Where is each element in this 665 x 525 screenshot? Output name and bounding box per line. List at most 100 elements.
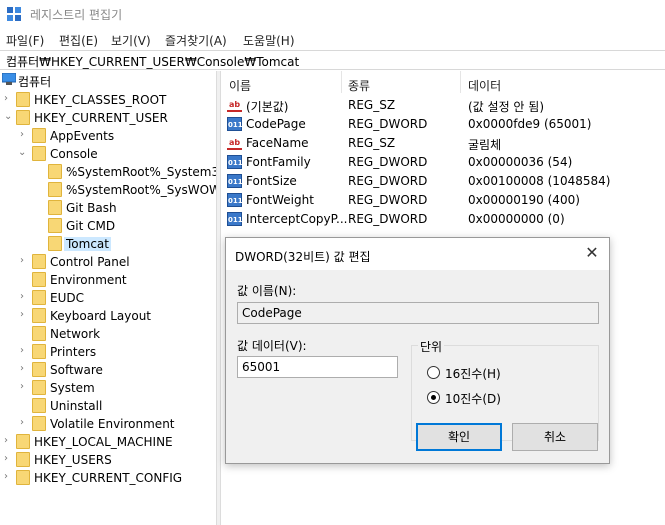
ok-button[interactable]: 확인 <box>416 423 502 451</box>
value-row[interactable]: 011 FontWeight REG_DWORD 0x00000190 (400… <box>221 191 665 210</box>
menu-help[interactable]: 도움말(H) <box>243 32 295 49</box>
value-name: InterceptCopyP... <box>246 212 348 226</box>
value-row[interactable]: 011 CodePage REG_DWORD 0x0000fde9 (65001… <box>221 115 665 134</box>
dialog-title: DWORD(32비트) 값 편집 <box>235 250 371 264</box>
chevron-right-icon[interactable]: › <box>4 471 14 483</box>
chevron-right-icon[interactable]: › <box>20 291 30 303</box>
column-header-data[interactable]: 데이터 <box>468 77 501 94</box>
dialog-body: 값 이름(N): CodePage 값 데이터(V): 65001 단위 16진… <box>226 270 609 463</box>
tree-label: Git CMD <box>66 219 116 233</box>
tree-label: Control Panel <box>50 255 130 269</box>
registry-editor-icon <box>7 7 21 21</box>
value-row[interactable]: 011 InterceptCopyP... REG_DWORD 0x000000… <box>221 210 665 229</box>
key-tree: ⌄ 컴퓨터 › HKEY_CLASSES_ROOT ⌄ HKEY_CURRENT… <box>0 71 216 525</box>
value-row[interactable]: 011 FontSize REG_DWORD 0x00100008 (10485… <box>221 172 665 191</box>
value-name: CodePage <box>246 117 306 131</box>
tree-label: %SystemRoot%_System32_ <box>66 165 216 179</box>
chevron-right-icon[interactable]: › <box>20 129 30 141</box>
folder-open-icon <box>32 146 46 161</box>
menu-file[interactable]: 파일(F) <box>6 32 44 49</box>
folder-icon <box>32 344 46 359</box>
column-divider[interactable] <box>341 71 342 93</box>
value-type: REG_SZ <box>348 98 396 112</box>
chevron-right-icon[interactable]: › <box>4 453 14 465</box>
menu-view[interactable]: 보기(V) <box>111 32 151 49</box>
tree-label: Console <box>50 147 98 161</box>
tree-label: HKEY_LOCAL_MACHINE <box>34 435 173 449</box>
value-data-input[interactable]: 65001 <box>237 356 398 378</box>
chevron-right-icon[interactable]: › <box>20 345 30 357</box>
folder-icon <box>16 92 30 107</box>
chevron-right-icon[interactable]: › <box>20 363 30 375</box>
value-row[interactable]: ab FaceName REG_SZ 굴림체 <box>221 134 665 153</box>
chevron-right-icon[interactable]: › <box>20 255 30 267</box>
chevron-down-icon[interactable]: ⌄ <box>4 111 14 123</box>
tree-label: System <box>50 381 95 395</box>
folder-icon <box>16 434 30 449</box>
value-type: REG_DWORD <box>348 117 428 131</box>
value-data: (값 설정 안 됨) <box>468 100 545 114</box>
chevron-right-icon[interactable]: › <box>4 435 14 447</box>
tree-label: Tomcat <box>64 237 111 251</box>
chevron-right-icon[interactable]: › <box>20 417 30 429</box>
decimal-radio-label[interactable]: 10진수(D) <box>445 390 501 407</box>
folder-icon <box>32 254 46 269</box>
chevron-down-icon[interactable]: ⌄ <box>18 147 28 159</box>
column-header-type[interactable]: 종류 <box>348 77 370 94</box>
folder-icon <box>32 128 46 143</box>
value-type: REG_DWORD <box>348 174 428 188</box>
value-data-label: 값 데이터(V): <box>237 339 307 353</box>
value-data: 0x0000fde9 (65001) <box>468 117 592 131</box>
tree-label: %SystemRoot%_SysWOW64 <box>66 183 216 197</box>
close-icon[interactable]: ✕ <box>583 244 601 262</box>
binary-value-icon: 011 <box>227 155 243 169</box>
value-type: REG_DWORD <box>348 193 428 207</box>
chevron-right-icon[interactable]: › <box>4 93 14 105</box>
address-bar[interactable]: 컴퓨터₩HKEY_CURRENT_USER₩Console₩Tomcat <box>0 50 665 70</box>
folder-icon <box>32 416 46 431</box>
value-row[interactable]: 011 FontFamily REG_DWORD 0x00000036 (54) <box>221 153 665 172</box>
tree-label: Network <box>50 327 101 341</box>
folder-icon <box>32 326 46 341</box>
column-divider[interactable] <box>460 71 461 93</box>
cancel-button[interactable]: 취소 <box>512 423 598 451</box>
tree-label: Keyboard Layout <box>50 309 152 323</box>
value-data: 0x00000190 (400) <box>468 193 580 207</box>
value-data: 0x00100008 (1048584) <box>468 174 611 188</box>
value-name-label: 값 이름(N): <box>237 284 297 298</box>
tree-label: HKEY_USERS <box>34 453 112 467</box>
binary-value-icon: 011 <box>227 193 243 207</box>
binary-value-icon: 011 <box>227 212 243 226</box>
menu-edit[interactable]: 편집(E) <box>59 32 98 49</box>
tree-label: Volatile Environment <box>50 417 175 431</box>
value-data: 0x00000036 (54) <box>468 155 573 169</box>
tree-label: 컴퓨터 <box>18 75 52 89</box>
base-label: 단위 <box>418 338 445 355</box>
menu-favorites[interactable]: 즐겨찾기(A) <box>165 32 227 49</box>
value-name-field[interactable]: CodePage <box>237 302 599 324</box>
folder-icon <box>48 236 62 251</box>
folder-icon <box>48 218 62 233</box>
value-row[interactable]: ab (기본값) REG_SZ (값 설정 안 됨) <box>221 96 665 115</box>
folder-icon <box>32 308 46 323</box>
tree-label: EUDC <box>50 291 84 305</box>
value-name: FontWeight <box>246 193 314 207</box>
value-name: FaceName <box>246 136 309 150</box>
hex-radio[interactable] <box>427 366 440 379</box>
chevron-right-icon[interactable]: › <box>20 381 30 393</box>
tree-label: Environment <box>50 273 127 287</box>
folder-icon <box>32 290 46 305</box>
computer-icon <box>2 73 16 85</box>
decimal-radio[interactable] <box>427 391 440 404</box>
folder-open-icon <box>16 110 30 125</box>
hex-radio-label[interactable]: 16진수(H) <box>445 365 501 382</box>
edit-dword-dialog: DWORD(32비트) 값 편집 ✕ 값 이름(N): CodePage 값 데… <box>225 237 610 464</box>
value-type: REG_DWORD <box>348 212 428 226</box>
value-data: 0x00000000 (0) <box>468 212 565 226</box>
value-name: (기본값) <box>246 100 289 114</box>
tree-label: Printers <box>50 345 97 359</box>
window-title: 레지스트리 편집기 <box>30 8 123 22</box>
title-bar: 레지스트리 편집기 <box>0 0 665 28</box>
column-header-name[interactable]: 이름 <box>229 77 251 94</box>
chevron-right-icon[interactable]: › <box>20 309 30 321</box>
